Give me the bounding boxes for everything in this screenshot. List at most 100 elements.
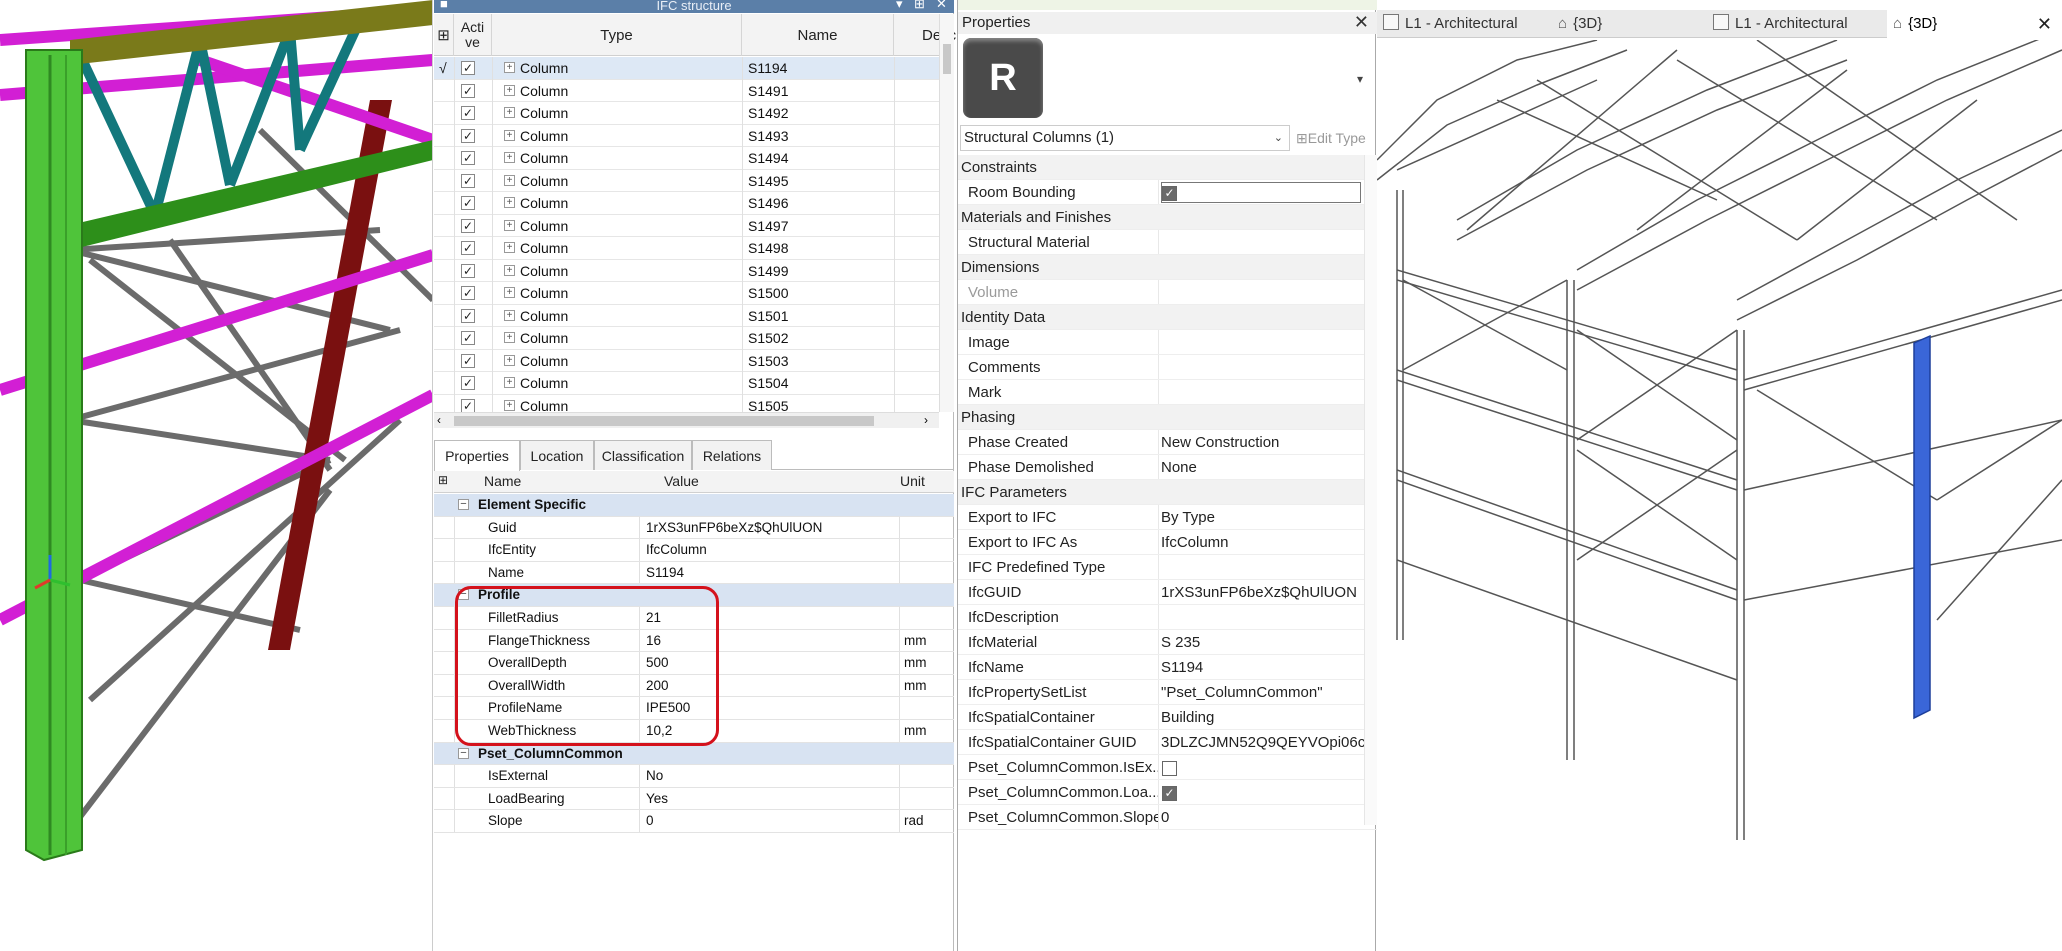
- tree-row[interactable]: ✓ + Column S1502: [434, 327, 939, 350]
- expand-icon[interactable]: +: [504, 264, 515, 276]
- property-category[interactable]: Dimensions: [958, 255, 1377, 280]
- instance-property-value[interactable]: 0: [1161, 809, 1169, 826]
- instance-property-row[interactable]: Phase Demolished None: [958, 455, 1377, 480]
- instance-property-value[interactable]: IfcColumn: [1161, 534, 1229, 551]
- active-checkbox[interactable]: ✓: [461, 376, 475, 390]
- instance-property-value[interactable]: S 235: [1161, 634, 1200, 651]
- active-checkbox[interactable]: ✓: [461, 106, 475, 120]
- instance-property-row[interactable]: Room Bounding ✓: [958, 180, 1377, 205]
- property-category[interactable]: Phasing: [958, 405, 1377, 430]
- expand-icon[interactable]: +: [504, 377, 515, 388]
- instance-property-value[interactable]: Building: [1161, 709, 1214, 726]
- collapse-icon[interactable]: −: [458, 499, 469, 510]
- instance-property-row[interactable]: IfcGUID 1rXS3unFP6beXz$QhUlUON: [958, 580, 1377, 605]
- tree-row[interactable]: ✓ + Column S1493: [434, 125, 939, 147]
- expand-icon[interactable]: +: [504, 399, 515, 411]
- property-checkbox[interactable]: ✓: [1162, 786, 1177, 801]
- tree-row[interactable]: ✓ + Column S1500: [434, 282, 939, 305]
- right-3d-viewport[interactable]: L1 - Architectural ⌂ {3D} L1 - Architectura…: [1377, 0, 2062, 951]
- instance-property-row[interactable]: IfcSpatialContainer Building: [958, 705, 1377, 730]
- tab-properties[interactable]: Properties: [434, 440, 520, 471]
- ifc-horizontal-scrollbar[interactable]: ‹ ›: [434, 412, 939, 428]
- header-type[interactable]: Type: [492, 14, 742, 56]
- property-category[interactable]: Materials and Finishes: [958, 205, 1377, 230]
- expand-icon[interactable]: +: [504, 287, 515, 298]
- property-checkbox[interactable]: [1162, 761, 1177, 776]
- expand-icon[interactable]: +: [504, 62, 515, 73]
- active-checkbox[interactable]: ✓: [461, 241, 475, 255]
- property-row[interactable]: Guid 1rXS3unFP6beXz$QhUlUON: [434, 516, 954, 540]
- instance-property-row[interactable]: IfcMaterial S 235: [958, 630, 1377, 655]
- active-checkbox[interactable]: ✓: [461, 173, 475, 188]
- header-name[interactable]: Name: [742, 14, 894, 56]
- expand-icon[interactable]: +: [504, 309, 515, 321]
- active-checkbox[interactable]: ✓: [461, 151, 475, 165]
- properties-scrollbar[interactable]: [1364, 155, 1377, 825]
- tree-row[interactable]: ✓ + Column S1496: [434, 192, 939, 215]
- instance-property-value[interactable]: S1194: [1161, 659, 1203, 676]
- property-checkbox[interactable]: ✓: [1162, 186, 1177, 201]
- tree-row[interactable]: ✓ + Column S1505: [434, 395, 939, 412]
- header-active[interactable]: Acti ve: [454, 14, 492, 56]
- expand-icon[interactable]: +: [504, 152, 515, 163]
- instance-property-row[interactable]: Phase Created New Construction: [958, 430, 1377, 455]
- expand-icon[interactable]: +: [504, 174, 515, 186]
- scroll-right-icon[interactable]: ›: [924, 413, 928, 427]
- view-tab[interactable]: ⌂ {3D} ✕: [1887, 10, 2062, 38]
- property-category[interactable]: IFC Parameters: [958, 480, 1377, 505]
- active-checkbox[interactable]: ✓: [461, 196, 475, 210]
- instance-property-row[interactable]: Pset_ColumnCommon.Slope 0: [958, 805, 1377, 830]
- instance-property-row[interactable]: Export to IFC By Type: [958, 505, 1377, 530]
- property-group[interactable]: − Element Specific: [434, 494, 954, 517]
- property-row[interactable]: IsExternal No: [434, 765, 954, 788]
- tab-classification[interactable]: Classification: [594, 440, 692, 470]
- expand-icon[interactable]: +: [504, 242, 515, 253]
- collapse-icon[interactable]: −: [458, 747, 469, 759]
- instance-property-row[interactable]: Comments: [958, 355, 1377, 380]
- view-tab[interactable]: L1 - Architectural: [1377, 10, 1552, 38]
- left-3d-viewport[interactable]: [0, 0, 433, 951]
- property-row[interactable]: Slope 0 rad: [434, 810, 954, 833]
- prop-column-chooser-icon[interactable]: ⊞: [438, 473, 448, 487]
- property-category[interactable]: Constraints: [958, 155, 1377, 180]
- tree-row[interactable]: ✓ + Column S1495: [434, 170, 939, 192]
- tree-row[interactable]: ✓ + Column S1491: [434, 80, 939, 102]
- property-row[interactable]: IfcEntity IfcColumn: [434, 539, 954, 562]
- tree-row[interactable]: ✓ + Column S1498: [434, 237, 939, 260]
- family-dropdown-icon[interactable]: ▾: [1357, 72, 1363, 86]
- dropdown-icon[interactable]: ▾: [896, 0, 903, 10]
- expand-icon[interactable]: +: [504, 107, 515, 118]
- active-checkbox[interactable]: ✓: [461, 353, 475, 368]
- tab-relations[interactable]: Relations: [692, 440, 772, 470]
- instance-property-row[interactable]: Image: [958, 330, 1377, 355]
- expand-icon[interactable]: +: [504, 197, 515, 208]
- instance-property-row[interactable]: Export to IFC As IfcColumn: [958, 530, 1377, 555]
- active-checkbox[interactable]: ✓: [461, 61, 475, 75]
- tree-row[interactable]: ✓ + Column S1499: [434, 260, 939, 282]
- property-category[interactable]: Identity Data: [958, 305, 1377, 330]
- instance-property-row[interactable]: Volume: [958, 280, 1377, 305]
- active-checkbox[interactable]: ✓: [461, 83, 475, 98]
- instance-property-value[interactable]: None: [1161, 459, 1197, 476]
- instance-property-row[interactable]: IfcSpatialContainer GUID 3DLZCJMN52Q9QEYV…: [958, 730, 1377, 755]
- active-checkbox[interactable]: ✓: [461, 218, 475, 233]
- prop-header-value[interactable]: Value: [664, 473, 699, 489]
- expand-icon[interactable]: +: [504, 354, 515, 366]
- property-row[interactable]: LoadBearing Yes: [434, 787, 954, 811]
- active-checkbox[interactable]: ✓: [461, 308, 475, 323]
- instance-property-row[interactable]: IfcDescription: [958, 605, 1377, 630]
- active-checkbox[interactable]: ✓: [461, 286, 475, 300]
- tree-row[interactable]: ✓ + Column S1492: [434, 102, 939, 125]
- instance-property-value[interactable]: 1rXS3unFP6beXz$QhUlUON: [1161, 584, 1357, 601]
- column-chooser-icon[interactable]: ⊞: [434, 14, 454, 56]
- expand-icon[interactable]: +: [504, 129, 515, 141]
- expand-icon[interactable]: +: [504, 84, 515, 96]
- active-checkbox[interactable]: ✓: [461, 263, 475, 278]
- pin-icon[interactable]: ⊞: [914, 0, 925, 10]
- tab-location[interactable]: Location: [520, 440, 594, 470]
- instance-property-value[interactable]: "Pset_ColumnCommon": [1161, 684, 1323, 701]
- tree-row[interactable]: ✓ + Column S1501: [434, 305, 939, 327]
- tree-row[interactable]: ✓ + Column S1504: [434, 372, 939, 395]
- instance-property-row[interactable]: Structural Material: [958, 230, 1377, 255]
- instance-property-row[interactable]: Mark: [958, 380, 1377, 405]
